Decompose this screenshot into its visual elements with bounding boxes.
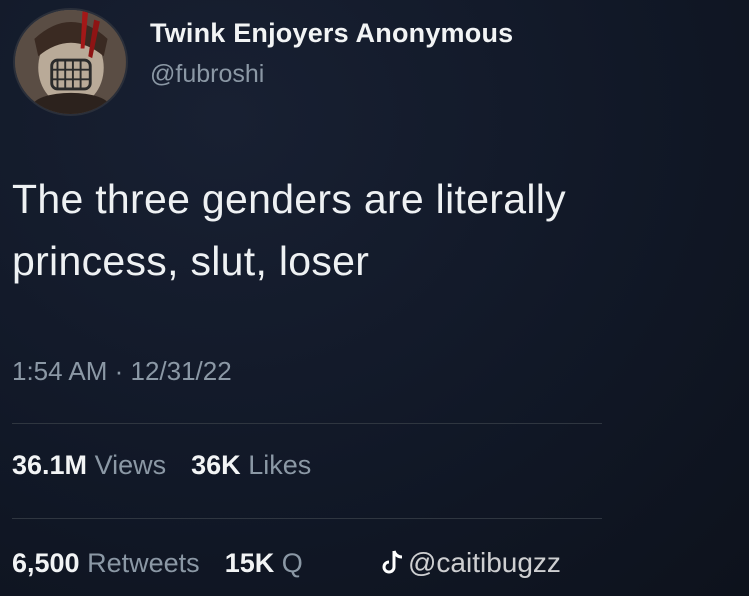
retweets-count: 6,500: [12, 548, 80, 578]
likes-label: Likes: [248, 450, 312, 480]
quotes-count: 15K: [224, 548, 275, 578]
retweets-stat[interactable]: 6,500 Retweets: [12, 548, 207, 578]
tweet-text-line-2: princess, slut, loser: [12, 238, 370, 284]
user-info: Twink Enjoyers Anonymous @fubroshi: [150, 18, 513, 89]
display-name[interactable]: Twink Enjoyers Anonymous: [150, 18, 513, 49]
views-stat[interactable]: 36.1M Views: [12, 450, 174, 480]
views-count: 36.1M: [12, 450, 88, 480]
tiktok-watermark: @caitibugzz: [380, 547, 561, 579]
divider: [12, 518, 602, 519]
tweet-text-line-1: The three genders are literally: [12, 176, 566, 222]
watermark-text: @caitibugzz: [408, 547, 561, 578]
quotes-label: Q: [281, 548, 303, 578]
quotes-stat[interactable]: 15K Q: [225, 548, 303, 578]
divider: [12, 423, 602, 424]
stats-row-views-likes: 36.1M Views 36K Likes: [12, 450, 311, 481]
retweets-label: Retweets: [87, 548, 200, 578]
avatar-image: [15, 10, 126, 114]
views-label: Views: [94, 450, 167, 480]
avatar[interactable]: [13, 8, 128, 116]
tweet-card: Twink Enjoyers Anonymous @fubroshi The t…: [0, 0, 749, 596]
tweet-text: The three genders are literally princess…: [12, 168, 732, 292]
tweet-timestamp[interactable]: 1:54 AM · 12/31/22: [12, 356, 232, 387]
user-handle[interactable]: @fubroshi: [150, 60, 513, 89]
stats-row-retweets-quotes: 6,500 Retweets 15K Q: [12, 548, 303, 579]
tiktok-icon: [380, 549, 404, 577]
likes-stat[interactable]: 36K Likes: [191, 450, 311, 480]
likes-count: 36K: [191, 450, 241, 480]
